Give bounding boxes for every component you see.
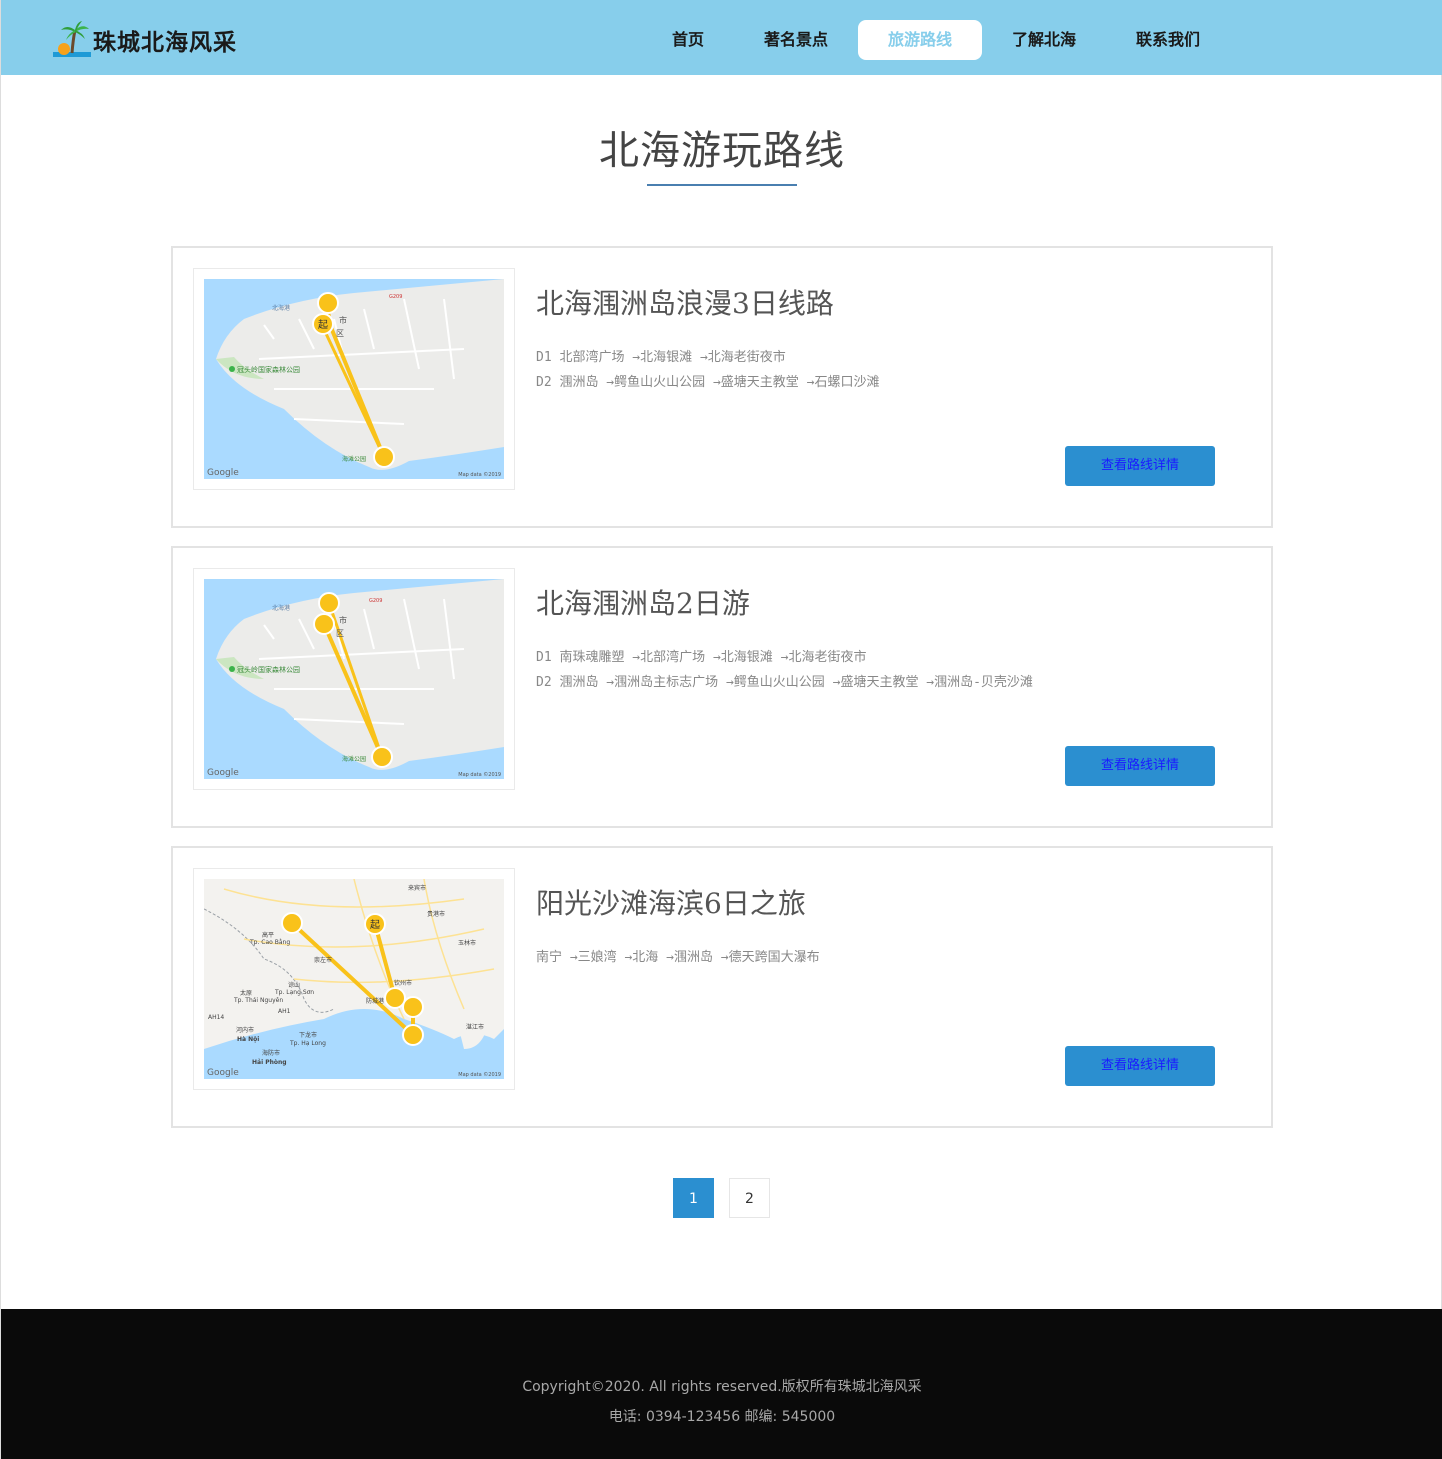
route-map[interactable]: 起 北海港 市 区 冠头岭国家森林公园 海滩公园 G209 Google Map… [193,268,515,490]
route-start-label: 起 [370,919,380,931]
map-label: 谅山 [288,981,300,989]
map-label: G209 [369,598,382,604]
map-label: 海滩公园 [342,455,366,463]
site-header: 珠城北海风采 首页 著名景点 旅游路线 了解北海 联系我们 [1,0,1442,75]
map-label: Tp. Cao Bằng [249,939,290,946]
map-label: Hà Nội [237,1036,259,1043]
google-brand: Google [207,768,239,778]
map-label: 贵港市 [427,910,445,918]
site-logo[interactable]: 珠城北海风采 [53,20,237,60]
map-label: AH14 [208,1014,224,1021]
footer-copyright: Copyright©2020. All rights reserved.版权所有… [522,1379,922,1395]
map-label: 海防市 [262,1049,280,1057]
map-label: 北海港 [272,604,290,612]
google-brand: Google [207,468,239,478]
map-label: 下龙市 [299,1031,317,1039]
route-title[interactable]: 北海涠洲岛浪漫3日线路 [536,282,834,322]
title-underline [647,184,797,186]
map-label: Tp. Lạng Sơn [274,989,314,996]
palm-tree-icon [53,20,91,60]
page-button-2[interactable]: 2 [729,1178,770,1218]
route-map[interactable]: 起 来宾市 贵港市 玉林市 高平 Tp. Cao Bằng 崇左市 谅山 Tp.… [193,868,515,1090]
map-label: 崇左市 [314,956,332,964]
view-route-details-button[interactable]: 查看路线详情 [1065,446,1215,486]
route-map[interactable]: 北海港 市 区 冠头岭国家森林公园 海滩公园 G209 Google Map d… [193,568,515,790]
map-label: 北海港 [272,304,290,312]
nav-item-contact[interactable]: 联系我们 [1106,20,1230,60]
view-route-details-button[interactable]: 查看路线详情 [1065,1046,1215,1086]
route-title[interactable]: 阳光沙滩海滨6日之旅 [536,882,806,922]
route-card: 起 来宾市 贵港市 玉林市 高平 Tp. Cao Bằng 崇左市 谅山 Tp.… [171,846,1273,1128]
route-day-line: D2 涠洲岛 →鳄鱼山火山公园 →盛塘天主教堂 →石螺口沙滩 [536,375,880,390]
map-label: Tp. Thái Nguyên [233,997,283,1004]
map-label: G209 [389,294,402,300]
view-route-details-button[interactable]: 查看路线详情 [1065,746,1215,786]
nav-item-routes[interactable]: 旅游路线 [858,20,982,60]
map-label: 海滩公园 [342,755,366,763]
map-label: 钦州市 [394,979,412,987]
route-card: 北海港 市 区 冠头岭国家森林公园 海滩公园 G209 Google Map d… [171,546,1273,828]
nav-item-about[interactable]: 了解北海 [982,20,1106,60]
google-brand: Google [207,1068,239,1078]
map-label: 河内市 [236,1026,254,1034]
map-label: 高平 [262,931,274,939]
map-label: 太原 [240,989,252,997]
route-day-line: 南宁 →三娘湾 →北海 →涠洲岛 →德天跨国大瀑布 [536,950,820,965]
map-label: 冠头岭国家森林公园 [237,365,300,374]
route-card: 起 北海港 市 区 冠头岭国家森林公园 海滩公园 G209 Google Map… [171,246,1273,528]
page-title: 北海游玩路线 [599,128,845,174]
map-label: Hải Phòng [252,1059,287,1066]
route-start-label: 起 [318,319,328,331]
route-day-line: D1 北部湾广场 →北海银滩 →北海老街夜市 [536,350,786,365]
map-label: AH1 [278,1008,291,1015]
map-label: 玉林市 [458,939,476,947]
route-title[interactable]: 北海涠洲岛2日游 [536,582,750,622]
site-logo-text: 珠城北海风采 [93,29,237,56]
map-label: 区 [336,629,344,638]
map-label: 防城港 [366,997,384,1005]
map-credit: Map data ©2019 [458,771,501,778]
map-label: 来宾市 [408,884,426,892]
footer-contact: 电话: 0394-123456 邮编: 545000 [608,1409,836,1425]
page-button-1[interactable]: 1 [673,1178,714,1218]
map-credit: Map data ©2019 [458,471,501,478]
nav-item-attractions[interactable]: 著名景点 [734,20,858,60]
map-label: 市 [339,615,347,625]
map-label: 市 [339,315,347,325]
nav-item-home[interactable]: 首页 [626,20,750,60]
site-footer: Copyright©2020. All rights reserved.版权所有… [1,1309,1442,1459]
map-credit: Map data ©2019 [458,1071,501,1078]
map-label: 区 [336,329,344,338]
map-label: 冠头岭国家森林公园 [237,665,300,674]
map-label: Tp. Hạ Long [289,1040,326,1047]
route-day-line: D1 南珠魂雕塑 →北部湾广场 →北海银滩 →北海老街夜市 [536,650,867,665]
route-day-line: D2 涠洲岛 →涠洲岛主标志广场 →鳄鱼山火山公园 →盛塘天主教堂 →涠洲岛-贝… [536,675,1033,690]
map-label: 湛江市 [466,1023,484,1031]
